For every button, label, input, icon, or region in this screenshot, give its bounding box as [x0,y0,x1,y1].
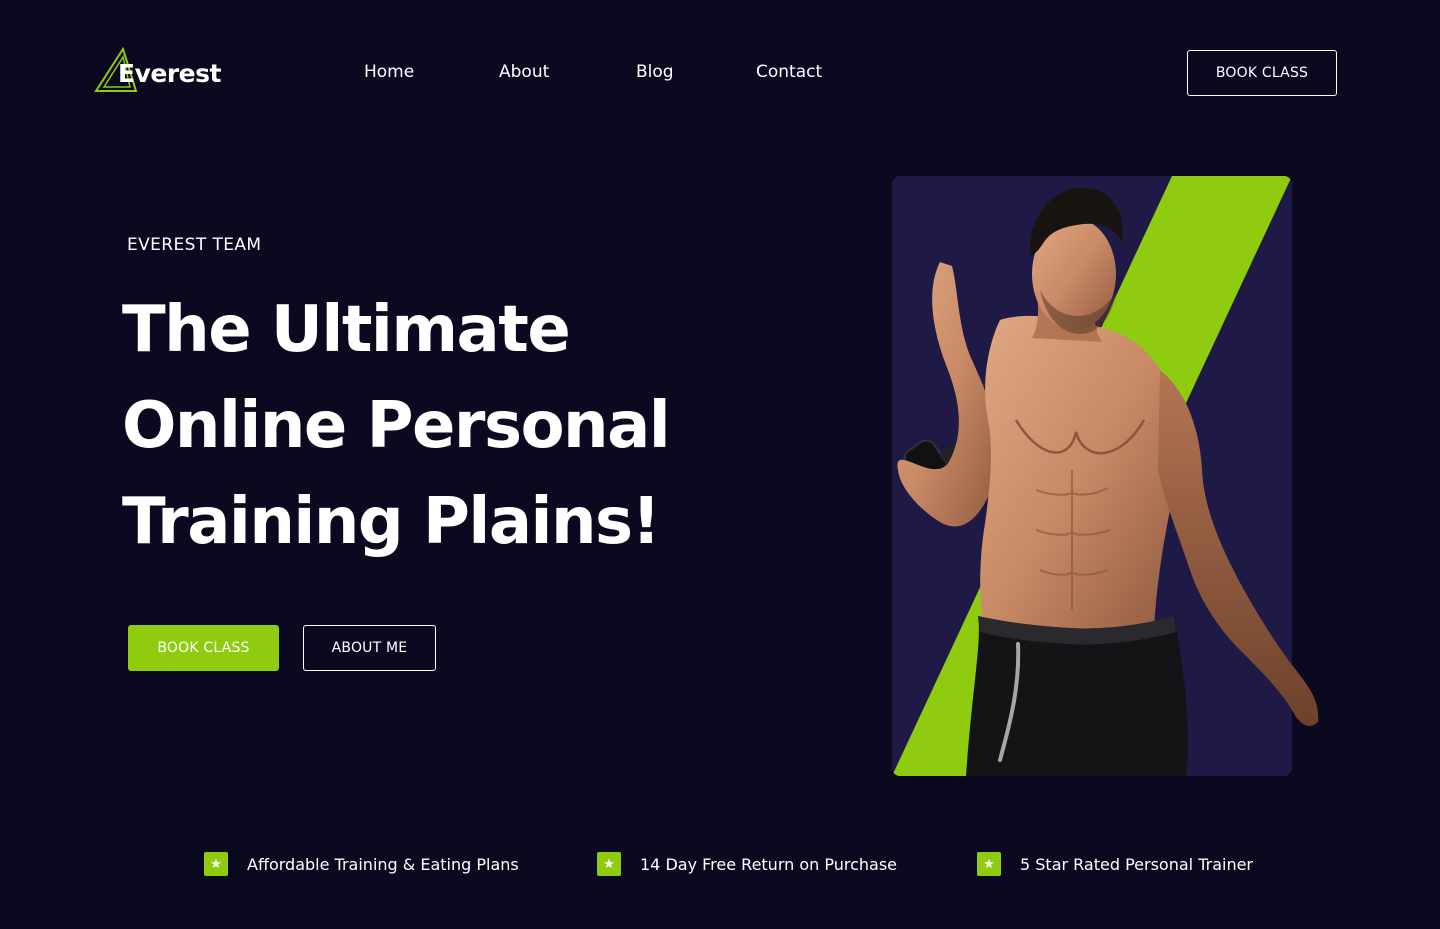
star-icon: ★ [597,852,621,876]
hero-title-line: Online Personal [122,389,671,463]
feature-text: 5 Star Rated Personal Trainer [1020,854,1254,874]
hero-book-class-button[interactable]: BOOK CLASS [128,625,279,671]
torso [980,315,1180,630]
nav-home[interactable]: Home [364,62,414,82]
feature-item: ★ Affordable Training & Eating Plans [204,852,519,876]
trainer-illustration [892,176,1319,776]
landing-page: Everest Home About Blog Contact BOOK CLA… [0,0,1440,929]
header-book-class-button[interactable]: BOOK CLASS [1187,50,1337,96]
feature-text: 14 Day Free Return on Purchase [640,854,898,874]
feature-text: Affordable Training & Eating Plans [247,854,519,874]
hero-about-me-button[interactable]: ABOUT ME [303,625,436,671]
feature-item: ★ 5 Star Rated Personal Trainer [977,852,1253,876]
nav-about[interactable]: About [499,62,549,82]
feature-item: ★ 14 Day Free Return on Purchase [597,852,897,876]
logo-text: Everest [118,58,221,88]
hero-title-line: The Ultimate [122,293,571,367]
hero-image [840,170,1340,780]
nav-contact[interactable]: Contact [756,62,822,82]
logo[interactable]: Everest [94,47,254,95]
hero-title: The Ultimate Online Personal Training Pl… [122,282,772,570]
hero-title-line: Training Plains! [122,485,661,559]
hero-eyebrow: EVEREST TEAM [127,235,262,255]
star-icon: ★ [977,852,1001,876]
nav-blog[interactable]: Blog [636,62,674,82]
star-icon: ★ [204,852,228,876]
